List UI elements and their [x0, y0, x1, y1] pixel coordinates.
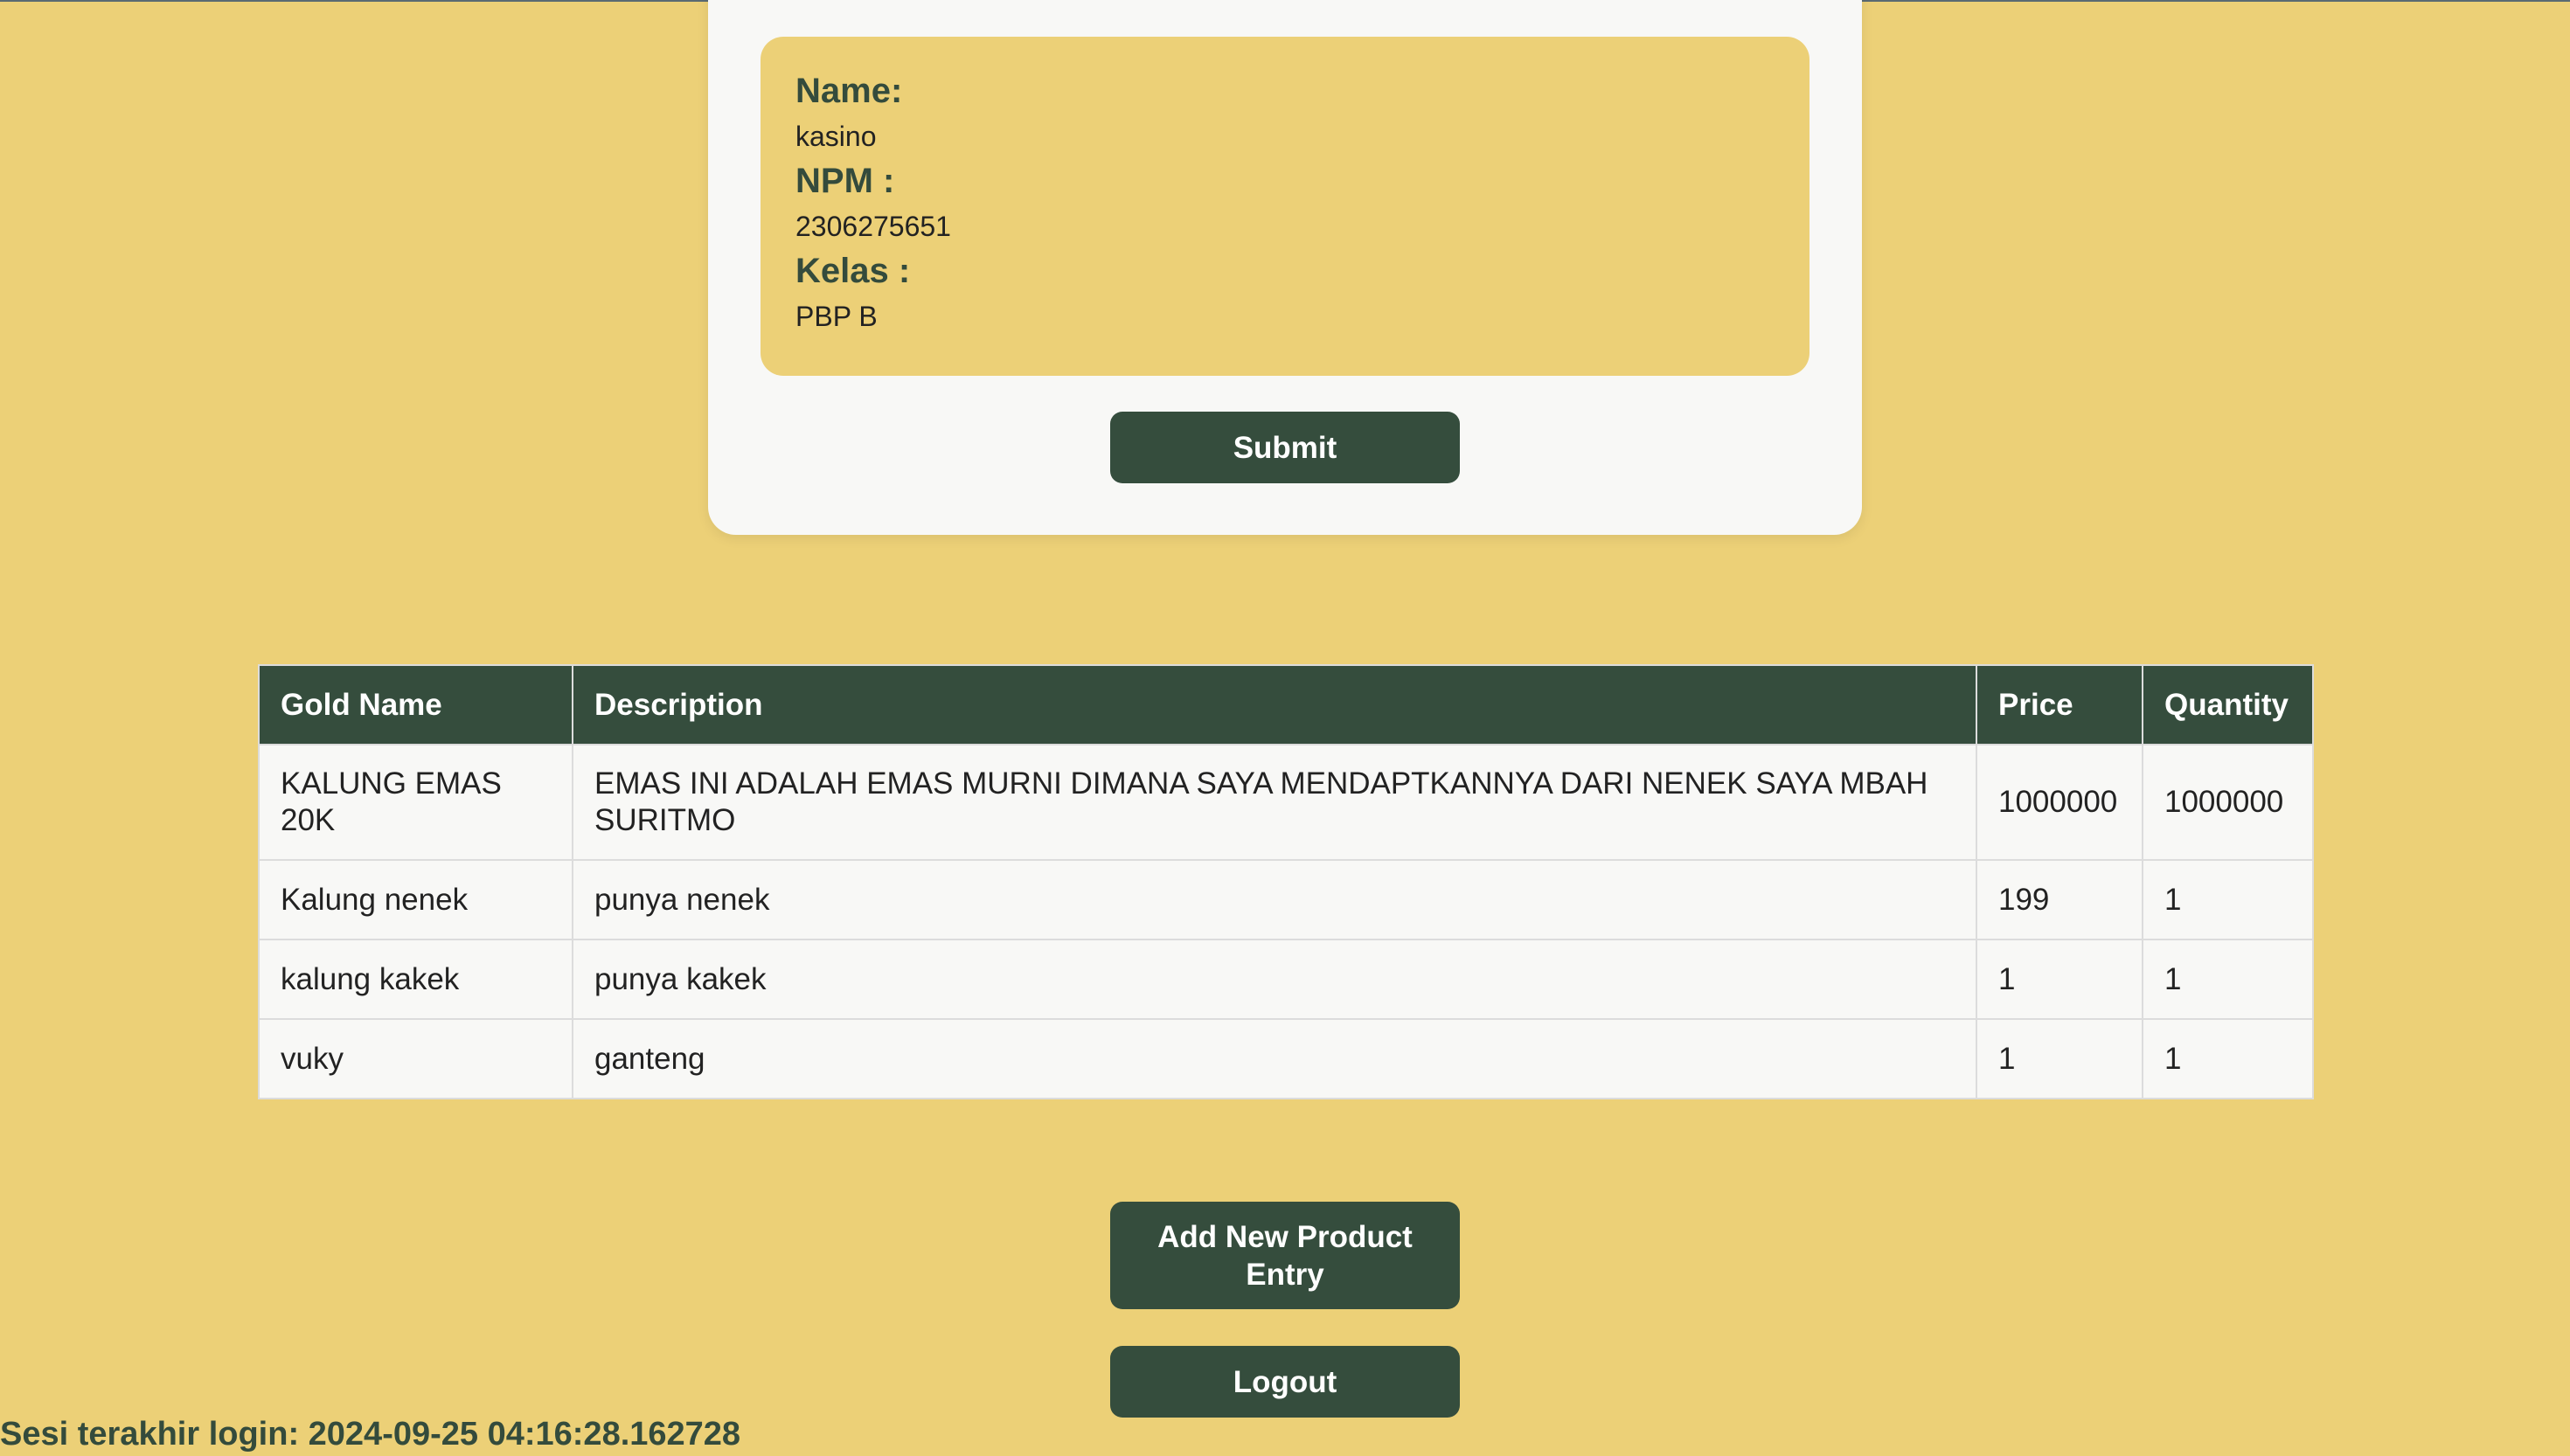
add-product-button[interactable]: Add New Product Entry: [1110, 1202, 1460, 1309]
cell-quantity: 1000000: [2142, 744, 2314, 861]
column-header-description: Description: [572, 664, 1977, 745]
table-row: Kalung nenek punya nenek 199 1: [258, 859, 2314, 940]
last-login-label: Sesi terakhir login:: [0, 1416, 300, 1453]
npm-label: NPM :: [795, 162, 895, 200]
column-header-gold-name: Gold Name: [258, 664, 573, 745]
logout-button[interactable]: Logout: [1110, 1346, 1460, 1418]
profile-card: Name: kasino NPM : 2306275651 Kelas : PB…: [708, 0, 1862, 535]
cell-price: 199: [1976, 859, 2143, 940]
name-value: kasino: [795, 121, 877, 152]
cell-description: punya nenek: [572, 859, 1977, 940]
npm-value: 2306275651: [795, 211, 951, 242]
profile-info-box: Name: kasino NPM : 2306275651 Kelas : PB…: [761, 37, 1809, 376]
cell-gold-name: kalung kakek: [258, 939, 573, 1020]
last-login-info: Sesi terakhir login: 2024-09-25 04:16:28…: [0, 1416, 740, 1453]
table-row: kalung kakek punya kakek 1 1: [258, 939, 2314, 1020]
table-row: vuky ganteng 1 1: [258, 1018, 2314, 1099]
cell-quantity: 1: [2142, 939, 2314, 1020]
cell-gold-name: KALUNG EMAS 20K: [258, 744, 573, 861]
cell-quantity: 1: [2142, 1018, 2314, 1099]
name-label: Name:: [795, 72, 903, 110]
product-table: Gold Name Description Price Quantity KAL…: [258, 664, 2314, 1099]
cell-price: 1: [1976, 939, 2143, 1020]
cell-price: 1000000: [1976, 744, 2143, 861]
kelas-label: Kelas :: [795, 252, 911, 290]
cell-description: EMAS INI ADALAH EMAS MURNI DIMANA SAYA M…: [572, 744, 1977, 861]
kelas-value: PBP B: [795, 301, 878, 332]
table-header-row: Gold Name Description Price Quantity: [258, 664, 2314, 745]
cell-gold-name: Kalung nenek: [258, 859, 573, 940]
table-row: KALUNG EMAS 20K EMAS INI ADALAH EMAS MUR…: [258, 744, 2314, 861]
cell-price: 1: [1976, 1018, 2143, 1099]
cell-gold-name: vuky: [258, 1018, 573, 1099]
cell-description: ganteng: [572, 1018, 1977, 1099]
last-login-timestamp: 2024-09-25 04:16:28.162728: [308, 1416, 741, 1453]
column-header-quantity: Quantity: [2142, 664, 2314, 745]
cell-description: punya kakek: [572, 939, 1977, 1020]
column-header-price: Price: [1976, 664, 2143, 745]
submit-button[interactable]: Submit: [1110, 412, 1460, 483]
cell-quantity: 1: [2142, 859, 2314, 940]
